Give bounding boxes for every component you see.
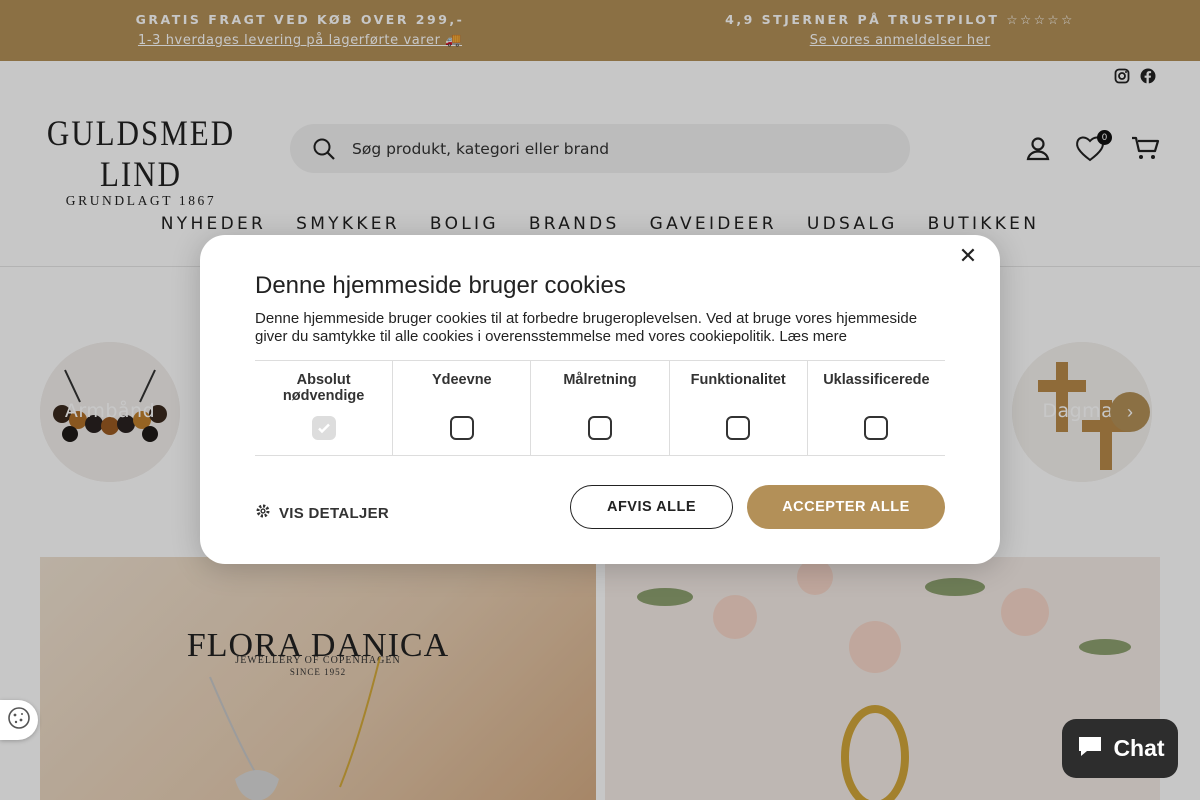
chat-button[interactable]: Chat — [1062, 719, 1178, 778]
category-label: Ydeevne — [431, 372, 492, 388]
cookie-category-functionality: Funktionalitet — [670, 361, 808, 455]
cookie-category-unclassified: Uklassificerede — [808, 361, 945, 455]
cookie-title: Denne hjemmeside bruger cookies — [255, 272, 626, 299]
category-label: Målretning — [563, 372, 637, 388]
unclassified-checkbox[interactable] — [864, 416, 889, 440]
cookie-category-performance: Ydeevne — [393, 361, 532, 455]
performance-checkbox[interactable] — [449, 416, 474, 440]
gear-icon — [255, 503, 271, 523]
cookie-category-necessary: Absolut nødvendige — [255, 361, 394, 455]
targeting-checkbox[interactable] — [588, 416, 612, 440]
cookie-icon — [7, 706, 31, 735]
cookie-category-targeting: Målretning — [531, 361, 670, 455]
category-label: Funktionalitet — [690, 372, 786, 388]
show-details-label: VIS DETALJER — [279, 504, 390, 522]
reject-all-button[interactable]: AFVIS ALLE — [570, 485, 733, 529]
necessary-checkbox — [311, 416, 336, 440]
cookie-categories: Absolut nødvendige Ydeevne Målretning Fu… — [255, 360, 945, 456]
chat-bubble-icon — [1075, 731, 1105, 767]
category-label: Absolut nødvendige — [282, 372, 365, 404]
functionality-checkbox[interactable] — [726, 416, 751, 440]
cookie-consent-dialog: ✕ Denne hjemmeside bruger cookies Denne … — [200, 235, 1000, 564]
category-label: Uklassificerede — [823, 372, 930, 388]
close-icon[interactable]: ✕ — [958, 246, 978, 268]
show-details-link[interactable]: VIS DETALJER — [255, 503, 389, 523]
learn-more-link[interactable]: Læs mere — [779, 328, 847, 345]
accept-all-button[interactable]: ACCEPTER ALLE — [747, 485, 945, 529]
chat-label: Chat — [1113, 735, 1165, 761]
cookie-description: Denne hjemmeside bruger cookies til at f… — [255, 310, 945, 346]
